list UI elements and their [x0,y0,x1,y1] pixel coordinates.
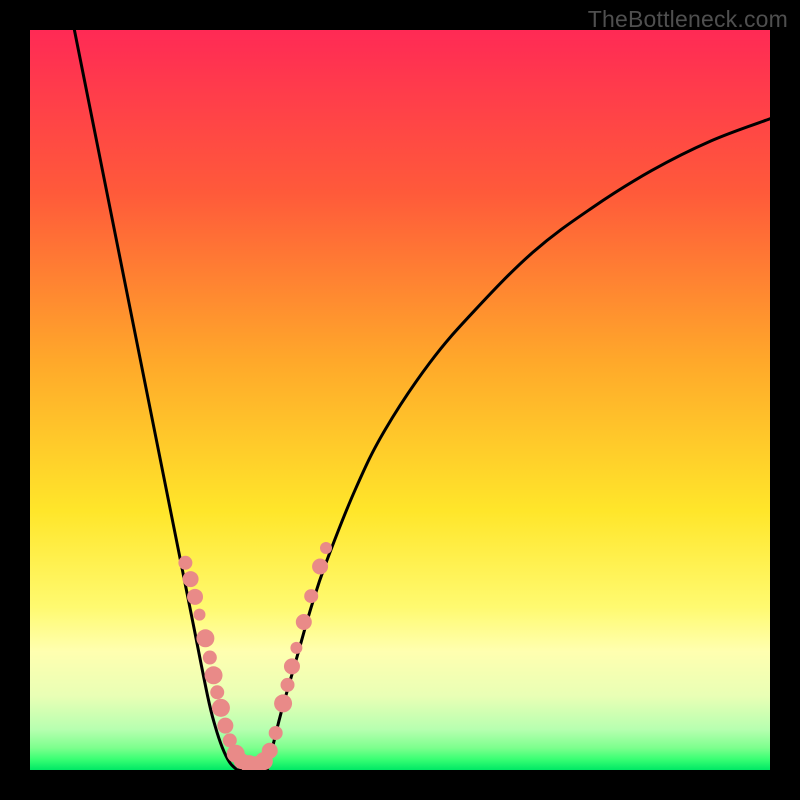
data-marker [187,589,203,605]
data-marker [284,658,300,674]
chart-svg [30,30,770,770]
outer-frame: TheBottleneck.com [0,0,800,800]
data-marker [203,651,217,665]
data-marker [196,629,214,647]
data-marker [269,726,283,740]
data-marker [217,718,233,734]
plot-area [30,30,770,770]
data-marker [178,556,192,570]
data-marker [193,609,205,621]
data-marker [183,571,199,587]
data-marker [281,678,295,692]
data-marker [274,694,292,712]
watermark-text: TheBottleneck.com [588,6,788,33]
data-marker [304,589,318,603]
data-marker [312,559,328,575]
data-marker [210,685,224,699]
data-marker [212,699,230,717]
data-marker [262,743,278,759]
gradient-background [30,30,770,770]
data-marker [320,542,332,554]
data-marker [290,642,302,654]
data-marker [205,666,223,684]
data-marker [296,614,312,630]
